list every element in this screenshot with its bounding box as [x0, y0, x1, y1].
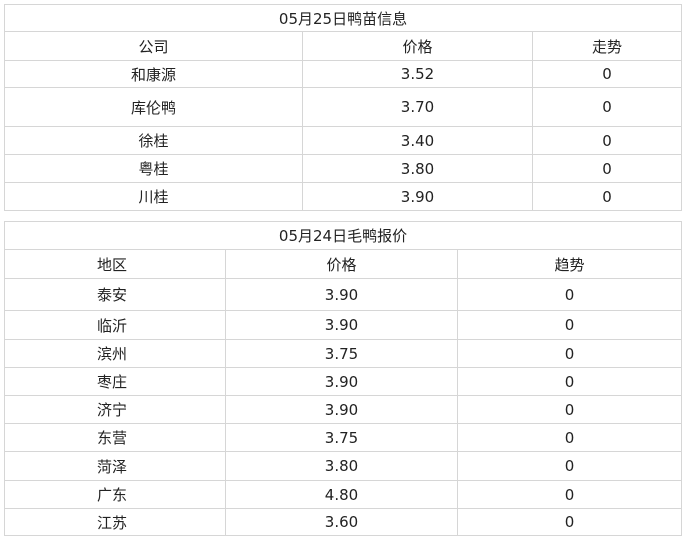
company-cell: 和康源: [4, 60, 303, 88]
table-row: 徐桂 3.40 0: [4, 126, 682, 155]
region-cell: 东营: [4, 423, 226, 452]
table-row: 泰安 3.90 0: [4, 278, 682, 311]
price-cell: 3.80: [302, 154, 533, 183]
header-price: 价格: [302, 31, 533, 61]
company-cell: 徐桂: [4, 126, 303, 155]
table-row: 川桂 3.90 0: [4, 182, 682, 211]
price-cell: 3.75: [225, 339, 458, 368]
price-cell: 3.60: [225, 508, 458, 536]
table-row: 广东 4.80 0: [4, 480, 682, 509]
price-cell: 3.90: [225, 278, 458, 311]
trend-cell: 0: [532, 154, 682, 183]
trend-cell: 0: [457, 339, 682, 368]
price-cell: 3.90: [225, 395, 458, 424]
company-cell: 库伦鸭: [4, 87, 303, 127]
price-cell: 3.70: [302, 87, 533, 127]
trend-cell: 0: [457, 451, 682, 481]
price-cell: 3.90: [302, 182, 533, 211]
trend-cell: 0: [457, 395, 682, 424]
header-company: 公司: [4, 31, 303, 61]
trend-cell: 0: [532, 126, 682, 155]
table-row: 江苏 3.60 0: [4, 508, 682, 536]
price-cell: 3.40: [302, 126, 533, 155]
trend-cell: 0: [457, 367, 682, 396]
trend-cell: 0: [457, 508, 682, 536]
price-cell: 3.90: [225, 310, 458, 340]
company-cell: 粤桂: [4, 154, 303, 183]
table-row: 和康源 3.52 0: [4, 60, 682, 88]
table-row: 滨州 3.75 0: [4, 339, 682, 368]
price-cell: 3.80: [225, 451, 458, 481]
duckling-price-table: 05月25日鸭苗信息 公司 价格 走势 和康源 3.52 0 库伦鸭 3.70 …: [4, 4, 682, 211]
trend-cell: 0: [457, 423, 682, 452]
price-cell: 3.75: [225, 423, 458, 452]
company-cell: 川桂: [4, 182, 303, 211]
trend-cell: 0: [532, 182, 682, 211]
hairy-duck-table-title: 05月24日毛鸭报价: [4, 221, 682, 250]
trend-cell: 0: [457, 480, 682, 509]
region-cell: 泰安: [4, 278, 226, 311]
header-trend: 趋势: [457, 249, 682, 279]
table-row: 菏泽 3.80 0: [4, 451, 682, 481]
price-cell: 3.52: [302, 60, 533, 88]
table-row: 粤桂 3.80 0: [4, 154, 682, 183]
trend-cell: 0: [457, 278, 682, 311]
hairy-duck-price-table: 05月24日毛鸭报价 地区 价格 趋势 泰安 3.90 0 临沂 3.90 0 …: [4, 221, 682, 536]
duckling-table-title: 05月25日鸭苗信息: [4, 4, 682, 32]
price-cell: 3.90: [225, 367, 458, 396]
region-cell: 菏泽: [4, 451, 226, 481]
region-cell: 临沂: [4, 310, 226, 340]
table-row: 临沂 3.90 0: [4, 310, 682, 340]
header-price: 价格: [225, 249, 458, 279]
table-row: 库伦鸭 3.70 0: [4, 87, 682, 127]
header-trend: 走势: [532, 31, 682, 61]
region-cell: 济宁: [4, 395, 226, 424]
table-row: 枣庄 3.90 0: [4, 367, 682, 396]
price-cell: 4.80: [225, 480, 458, 509]
region-cell: 枣庄: [4, 367, 226, 396]
trend-cell: 0: [532, 60, 682, 88]
region-cell: 滨州: [4, 339, 226, 368]
trend-cell: 0: [457, 310, 682, 340]
header-region: 地区: [4, 249, 226, 279]
region-cell: 广东: [4, 480, 226, 509]
region-cell: 江苏: [4, 508, 226, 536]
table-row: 东营 3.75 0: [4, 423, 682, 452]
trend-cell: 0: [532, 87, 682, 127]
table-row: 济宁 3.90 0: [4, 395, 682, 424]
